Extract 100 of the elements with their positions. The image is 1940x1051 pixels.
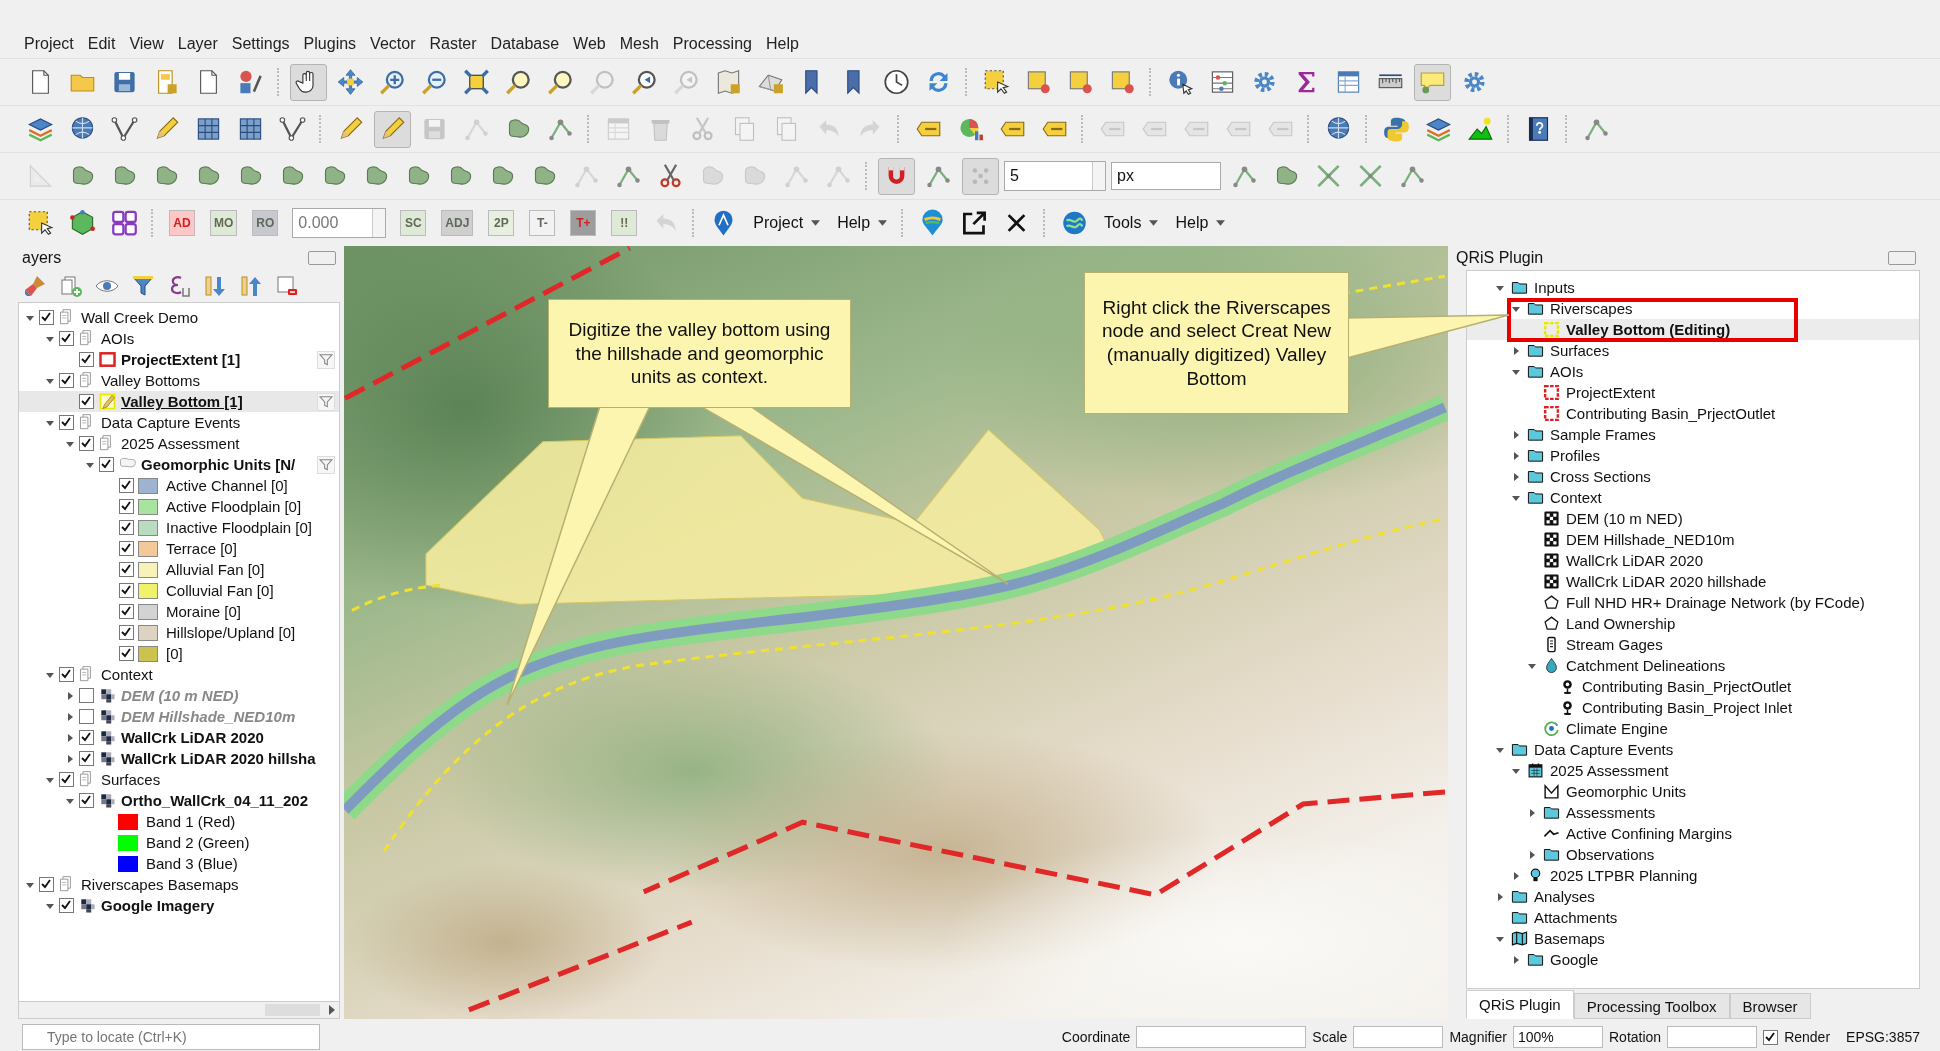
layer-name: Band 2 (Green) <box>146 834 250 851</box>
layer-row[interactable]: Active Floodplain [0] <box>19 496 339 517</box>
tree-label: Land Ownership <box>1566 615 1676 632</box>
tree-row[interactable]: Contributing Basin_PrjectOutlet <box>1467 403 1919 424</box>
plugin-menu[interactable]: Tools <box>1098 210 1165 236</box>
layer-row[interactable]: Data Capture Events <box>19 412 339 433</box>
layer-row[interactable]: Google Imagery <box>19 895 339 916</box>
layer-row[interactable]: WallCrk LiDAR 2020 <box>19 727 339 748</box>
dock-tab[interactable]: QRiS Plugin <box>1466 990 1574 1019</box>
tolerance-spinbox[interactable]: 5 <box>1004 161 1106 191</box>
tree-row[interactable]: Cross Sections <box>1467 466 1919 487</box>
units-dropdown[interactable]: px <box>1111 162 1221 190</box>
layer-row[interactable]: [0] <box>19 643 339 664</box>
layer-row[interactable]: Valley Bottoms <box>19 370 339 391</box>
layer-row[interactable]: Band 1 (Red) <box>19 811 339 832</box>
tree-row[interactable]: Stream Gages <box>1467 634 1919 655</box>
tree-row[interactable]: 2025 Assessment <box>1467 760 1919 781</box>
tree-row[interactable]: Surfaces <box>1467 340 1919 361</box>
tree-row[interactable]: Inputs <box>1467 277 1919 298</box>
menu-item[interactable]: Vector <box>364 33 422 55</box>
cad-button[interactable]: AD <box>169 210 195 236</box>
layer-row[interactable]: Colluvial Fan [0] <box>19 580 339 601</box>
tree-row[interactable]: 2025 LTPBR Planning <box>1467 865 1919 886</box>
layer-row[interactable]: Geomorphic Units [N/ <box>19 454 339 475</box>
layer-name: Riverscapes Basemaps <box>81 876 239 893</box>
tree-row[interactable]: Observations <box>1467 844 1919 865</box>
tree-row[interactable]: Land Ownership <box>1467 613 1919 634</box>
layer-row[interactable]: Surfaces <box>19 769 339 790</box>
layer-row[interactable]: Riverscapes Basemaps <box>19 874 339 895</box>
tree-row[interactable]: Contributing Basin_PrjectOutlet <box>1467 676 1919 697</box>
plugin-menu[interactable]: Help <box>1169 210 1232 236</box>
layer-row[interactable]: 2025 Assessment <box>19 433 339 454</box>
tree-row[interactable]: Google <box>1467 949 1919 970</box>
tree-row[interactable]: ProjectExtent <box>1467 382 1919 403</box>
magnifier-field[interactable]: 100% <box>1513 1026 1603 1048</box>
layer-name: Data Capture Events <box>101 414 241 431</box>
coordinate-label: Coordinate <box>1061 1029 1131 1045</box>
crs-label[interactable]: EPSG:3857 <box>1846 1029 1920 1045</box>
layer-row[interactable]: Ortho_WallCrk_04_11_202 <box>19 790 339 811</box>
layer-row[interactable]: Active Channel [0] <box>19 475 339 496</box>
tree-label: 2025 LTPBR Planning <box>1550 867 1698 884</box>
menu-item[interactable]: Help <box>759 33 805 55</box>
tree-label: Surfaces <box>1550 342 1610 359</box>
menu-item[interactable]: Web <box>567 33 612 55</box>
layer-name: [0] <box>166 645 183 662</box>
tree-row[interactable]: Active Confining Margins <box>1467 823 1919 844</box>
tree-row[interactable]: Climate Engine <box>1467 718 1919 739</box>
tree-row[interactable]: Sample Frames <box>1467 424 1919 445</box>
layer-row[interactable]: Valley Bottom [1] <box>19 391 339 412</box>
dock-tab[interactable]: Processing Toolbox <box>1573 993 1730 1019</box>
layer-row[interactable]: Alluvial Fan [0] <box>19 559 339 580</box>
menu-item[interactable]: Raster <box>423 33 483 55</box>
layer-row[interactable]: AOIs <box>19 328 339 349</box>
tree-label: Basemaps <box>1534 930 1605 947</box>
layer-name: Hillslope/Upland [0] <box>166 624 296 641</box>
layer-row[interactable]: Moraine [0] <box>19 601 339 622</box>
tree-row[interactable]: Analyses <box>1467 886 1919 907</box>
tree-row[interactable]: Attachments <box>1467 907 1919 928</box>
dock-tab[interactable]: Browser <box>1729 993 1811 1019</box>
tree-row[interactable]: Catchment Delineations <box>1467 655 1919 676</box>
layer-row[interactable]: Terrace [0] <box>19 538 339 559</box>
tree-row[interactable]: Basemaps <box>1467 928 1919 949</box>
layer-row[interactable]: Band 3 (Blue) <box>19 853 339 874</box>
tree-row[interactable]: Contributing Basin_Project Inlet <box>1467 697 1919 718</box>
layer-row[interactable]: WallCrk LiDAR 2020 hillsha <box>19 748 339 769</box>
menu-item[interactable]: Project <box>18 33 80 55</box>
tree-row[interactable]: DEM Hillshade_NED10m <box>1467 529 1919 550</box>
tree-row[interactable]: DEM (10 m NED) <box>1467 508 1919 529</box>
tree-row[interactable]: Valley Bottom (Editing) <box>1467 319 1919 340</box>
tree-row[interactable]: Profiles <box>1467 445 1919 466</box>
menu-item[interactable]: Plugins <box>297 33 363 55</box>
tree-row[interactable]: WallCrk LiDAR 2020 <box>1467 550 1919 571</box>
tree-row[interactable]: WallCrk LiDAR 2020 hillshade <box>1467 571 1919 592</box>
menu-item[interactable]: Mesh <box>613 33 665 55</box>
layer-row[interactable]: Wall Creek Demo <box>19 307 339 328</box>
tree-row[interactable]: Data Capture Events <box>1467 739 1919 760</box>
locator-search-field[interactable]: Type to locate (Ctrl+K) <box>22 1024 320 1050</box>
value-spinbox[interactable]: 0.000 <box>292 208 387 238</box>
layer-row[interactable]: Inactive Floodplain [0] <box>19 517 339 538</box>
tree-row[interactable]: Full NHD HR+ Drainage Network (by FCode) <box>1467 592 1919 613</box>
plugin-menu[interactable]: Project <box>747 210 827 236</box>
layer-row[interactable]: DEM (10 m NED) <box>19 685 339 706</box>
tree-label: Inputs <box>1534 279 1575 296</box>
menu-item[interactable]: Settings <box>225 33 296 55</box>
layer-row[interactable]: ProjectExtent [1] <box>19 349 339 370</box>
tree-row[interactable]: AOIs <box>1467 361 1919 382</box>
menu-item[interactable]: Layer <box>171 33 224 55</box>
layer-row[interactable]: Context <box>19 664 339 685</box>
layer-row[interactable]: DEM Hillshade_NED10m <box>19 706 339 727</box>
layer-row[interactable]: Band 2 (Green) <box>19 832 339 853</box>
menu-item[interactable]: Processing <box>666 33 758 55</box>
tree-row[interactable]: Geomorphic Units <box>1467 781 1919 802</box>
layer-name: Moraine [0] <box>166 603 242 620</box>
menu-item[interactable]: View <box>123 33 170 55</box>
tree-row[interactable]: Context <box>1467 487 1919 508</box>
plugin-menu[interactable]: Help <box>831 210 894 236</box>
menu-item[interactable]: Database <box>484 33 566 55</box>
tree-row[interactable]: Assessments <box>1467 802 1919 823</box>
layer-row[interactable]: Hillslope/Upland [0] <box>19 622 339 643</box>
menu-item[interactable]: Edit <box>81 33 122 55</box>
